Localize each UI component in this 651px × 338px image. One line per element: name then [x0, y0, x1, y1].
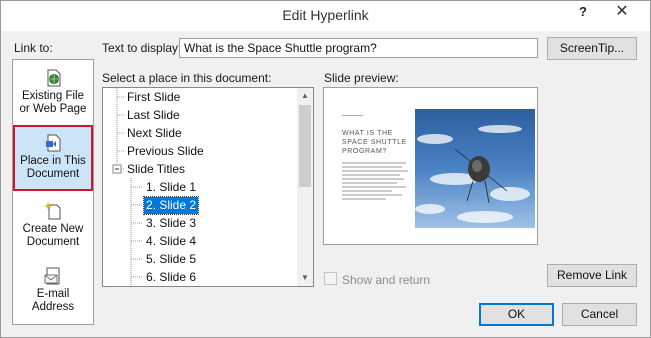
slide-thumbnail: ▬▬▬▬▬▬ WHAT IS THE SPACE SHUTTLE PROGRAM…	[326, 109, 535, 228]
link-to-place-in-document[interactable]: Place in This Document	[13, 125, 93, 191]
tree-item-slide-2[interactable]: 2. Slide 2	[142, 196, 200, 215]
slide-preview-label: Slide preview:	[324, 71, 399, 85]
tree-item-slide-3[interactable]: 3. Slide 3	[144, 215, 198, 232]
dialog-title: Edit Hyperlink	[282, 7, 369, 23]
link-to-panel: Existing File or Web Page Place in This …	[12, 59, 94, 325]
tree-item-next-slide[interactable]: Next Slide	[125, 125, 184, 142]
link-to-create-line1: Create New	[22, 223, 84, 235]
tree-item-last-slide[interactable]: Last Slide	[125, 107, 182, 124]
ok-button[interactable]: OK	[479, 303, 554, 326]
tree-item-slide-5[interactable]: 5. Slide 5	[144, 251, 198, 268]
select-place-label: Select a place in this document:	[102, 71, 272, 85]
link-to-email-line2: Address	[31, 301, 75, 313]
link-to-existing-file[interactable]: Existing File or Web Page	[14, 62, 92, 128]
tree-item-slide-titles[interactable]: Slide Titles	[125, 161, 187, 178]
place-tree[interactable]: First Slide Last Slide Next Slide Previo…	[102, 87, 314, 287]
screentip-button[interactable]: ScreenTip...	[547, 37, 637, 60]
scroll-up-arrow-icon[interactable]: ▲	[297, 88, 313, 104]
email-icon	[44, 267, 60, 285]
show-and-return-label: Show and return	[342, 273, 431, 287]
tree-item-previous-slide[interactable]: Previous Slide	[125, 143, 206, 160]
help-button[interactable]: ?	[574, 4, 592, 22]
scroll-down-arrow-icon[interactable]: ▼	[297, 270, 313, 286]
edit-hyperlink-dialog: Edit Hyperlink ? ✕ Link to: Existing Fil…	[0, 0, 651, 338]
slide-header-decoration: ▬▬▬▬▬▬	[342, 113, 363, 117]
link-to-existing-file-line2: or Web Page	[19, 103, 87, 115]
link-to-existing-file-line1: Existing File	[22, 90, 84, 102]
tree-item-first-slide[interactable]: First Slide	[125, 89, 182, 106]
slide-title-text: WHAT IS THE SPACE SHUTTLE PROGRAM?	[342, 130, 407, 155]
space-shuttle-photo	[415, 109, 535, 228]
text-to-display-input[interactable]	[179, 38, 538, 58]
link-to-create-new[interactable]: Create New Document	[14, 195, 92, 261]
document-place-icon	[46, 134, 61, 152]
text-to-display-label: Text to display:	[102, 41, 182, 55]
tree-item-slide-1[interactable]: 1. Slide 1	[144, 179, 198, 196]
close-button[interactable]: ✕	[599, 1, 645, 23]
tree-item-slide-6[interactable]: 6. Slide 6	[144, 269, 198, 286]
link-to-place-line1: Place in This	[20, 155, 86, 167]
link-to-place-line2: Document	[26, 168, 80, 180]
scroll-thumb[interactable]	[299, 105, 311, 187]
slide-preview: ▬▬▬▬▬▬ WHAT IS THE SPACE SHUTTLE PROGRAM…	[323, 87, 538, 245]
tree-scrollbar[interactable]: ▲ ▼	[297, 88, 313, 286]
new-document-icon	[44, 202, 61, 220]
title-bar: Edit Hyperlink ? ✕	[1, 1, 650, 31]
globe-file-icon	[47, 69, 61, 87]
tree-item-slide-4[interactable]: 4. Slide 4	[144, 233, 198, 250]
remove-link-button[interactable]: Remove Link	[547, 264, 637, 287]
cancel-button[interactable]: Cancel	[562, 303, 637, 326]
link-to-create-line2: Document	[26, 236, 80, 248]
link-to-email-line1: E-mail	[36, 288, 70, 300]
show-and-return-checkbox[interactable]	[324, 272, 337, 285]
link-to-label: Link to:	[14, 41, 53, 55]
slide-body-text-lines	[342, 162, 408, 200]
link-to-email[interactable]: E-mail Address	[14, 260, 92, 326]
